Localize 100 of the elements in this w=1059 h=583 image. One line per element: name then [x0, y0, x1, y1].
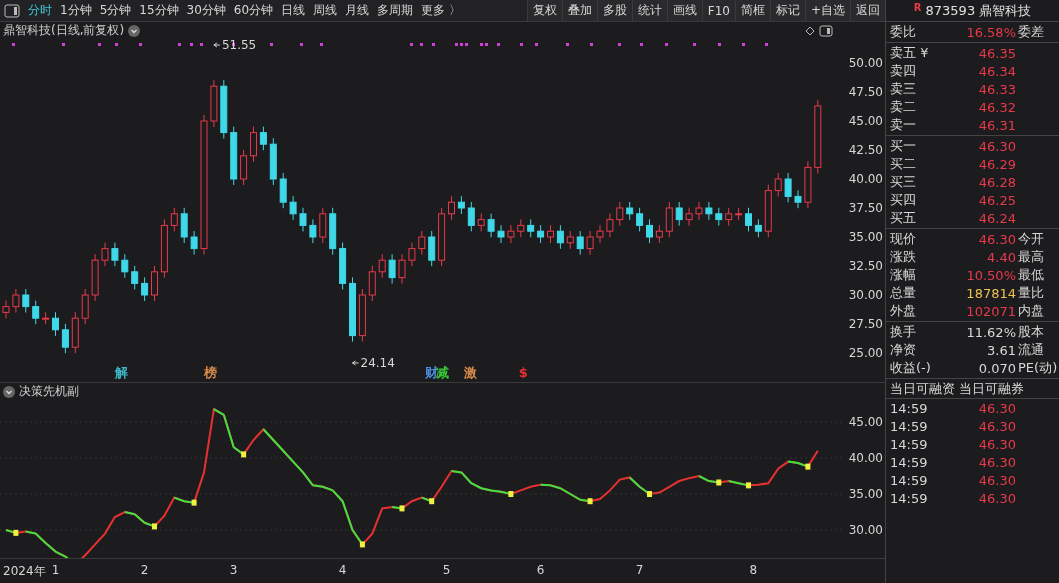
- candle: [388, 253, 396, 285]
- indicator-title: 决策先机副: [19, 383, 79, 401]
- candle: [735, 207, 743, 221]
- candle: [517, 218, 525, 238]
- candle: [438, 207, 446, 267]
- order-price: 46.30: [977, 138, 1017, 154]
- quote-label: 收益(-): [890, 359, 932, 377]
- quote-value: 4.40: [986, 249, 1017, 265]
- candle: [566, 230, 574, 250]
- month-label: 5: [442, 563, 451, 577]
- axis-label: 50.00: [848, 55, 883, 70]
- order-label: 卖一: [890, 116, 917, 134]
- tick-time: 14:59: [890, 436, 929, 452]
- candle: [794, 189, 802, 209]
- toolbar-button[interactable]: 标记: [769, 0, 805, 21]
- period-tab[interactable]: 1分钟: [56, 0, 96, 21]
- candle: [636, 207, 644, 232]
- signal-label: 减: [435, 364, 449, 380]
- column-header: 当日可融券: [959, 379, 1024, 398]
- toolbar-button[interactable]: 画线: [666, 0, 702, 21]
- order-price: 46.24: [977, 210, 1017, 226]
- order-label: 卖二: [890, 98, 917, 116]
- axis-label: 47.50: [848, 84, 883, 99]
- quote-label: 涨跌: [890, 248, 917, 266]
- year-label: 2024年: [3, 563, 46, 580]
- quote-label: 委差: [1018, 23, 1045, 41]
- tick-price: 46.30: [977, 490, 1017, 506]
- tick-price: 46.30: [977, 418, 1017, 434]
- order-label: 卖三: [890, 80, 917, 98]
- axis-label: 32.50: [848, 258, 883, 273]
- axis-label: 25.00: [848, 345, 883, 360]
- panel-toggle-icon[interactable]: [819, 24, 833, 37]
- candle: [398, 253, 406, 285]
- candle: [418, 230, 426, 256]
- period-tab[interactable]: 月线: [341, 0, 374, 21]
- chevron-down-icon[interactable]: [128, 24, 141, 37]
- axis-label: 30.00: [848, 522, 883, 537]
- candle: [61, 323, 69, 354]
- toolbar-button[interactable]: 多股: [596, 0, 632, 21]
- toolbar-button[interactable]: 叠加: [561, 0, 597, 21]
- quote-label: 内盘: [1018, 302, 1045, 320]
- quote-label: 最低: [1018, 266, 1045, 284]
- period-tab[interactable]: 5分钟: [95, 0, 136, 21]
- toolbar-button[interactable]: 复权: [526, 0, 562, 21]
- axis-label: 45.00: [848, 414, 883, 429]
- candle: [457, 195, 465, 215]
- candle: [111, 242, 119, 267]
- chevron-down-icon[interactable]: [3, 385, 15, 398]
- candle: [151, 265, 158, 302]
- signal-label: 激: [464, 364, 478, 380]
- quote-label: 最高: [1018, 248, 1045, 266]
- toolbar-button[interactable]: +自选: [804, 0, 850, 21]
- toolbar-button[interactable]: 统计: [631, 0, 667, 21]
- order-label: 买五: [890, 209, 917, 227]
- tick-time: 14:59: [890, 454, 929, 470]
- toolbar-button[interactable]: 返回: [850, 0, 885, 21]
- quote-value: 0.070: [977, 360, 1017, 376]
- quote-value: 187814: [965, 285, 1017, 301]
- stock-code: 873593: [925, 3, 976, 18]
- toolbar-button[interactable]: 简框: [734, 0, 770, 21]
- diamond-icon[interactable]: [805, 25, 815, 36]
- order-price: 46.34: [977, 63, 1017, 79]
- period-tab[interactable]: 更多 〉: [417, 0, 465, 21]
- candle: [289, 195, 297, 221]
- candle: [448, 195, 455, 221]
- order-price: 46.33: [977, 81, 1017, 97]
- candle: [240, 149, 248, 186]
- candle: [378, 253, 386, 279]
- candle: [675, 201, 683, 227]
- tick-price: 46.30: [977, 400, 1017, 416]
- candle: [685, 207, 693, 227]
- candle: [467, 201, 475, 232]
- order-label: 买三: [890, 173, 917, 191]
- order-price: 46.28: [977, 174, 1017, 190]
- quote-label: 现价: [890, 230, 917, 248]
- candle: [269, 137, 277, 186]
- order-price: 46.35: [977, 45, 1017, 61]
- period-tab[interactable]: 分时: [24, 0, 56, 21]
- candle: [626, 201, 634, 221]
- order-price: 46.32: [977, 99, 1017, 115]
- period-tab[interactable]: 30分钟: [182, 0, 230, 21]
- tick-price: 46.30: [977, 454, 1017, 470]
- period-tab[interactable]: 15分钟: [135, 0, 183, 21]
- period-tab[interactable]: 日线: [277, 0, 310, 21]
- quote-label: 量比: [1018, 284, 1045, 302]
- month-label: 6: [536, 563, 545, 577]
- period-tab[interactable]: 周线: [309, 0, 342, 21]
- candle: [784, 172, 792, 203]
- month-label: 8: [749, 563, 758, 577]
- month-label: 4: [338, 563, 347, 577]
- quote-value: 16.58%: [965, 24, 1017, 40]
- axis-label: 40.00: [848, 450, 883, 465]
- month-label: 3: [229, 563, 238, 577]
- period-tab[interactable]: 多周期: [373, 0, 418, 21]
- tick-price: 46.30: [977, 472, 1017, 488]
- candle: [527, 218, 535, 238]
- quote-value: 3.61: [986, 342, 1017, 358]
- quote-value: 11.62%: [965, 324, 1017, 340]
- toolbar-button[interactable]: F10: [701, 0, 735, 21]
- period-tab[interactable]: 60分钟: [229, 0, 278, 21]
